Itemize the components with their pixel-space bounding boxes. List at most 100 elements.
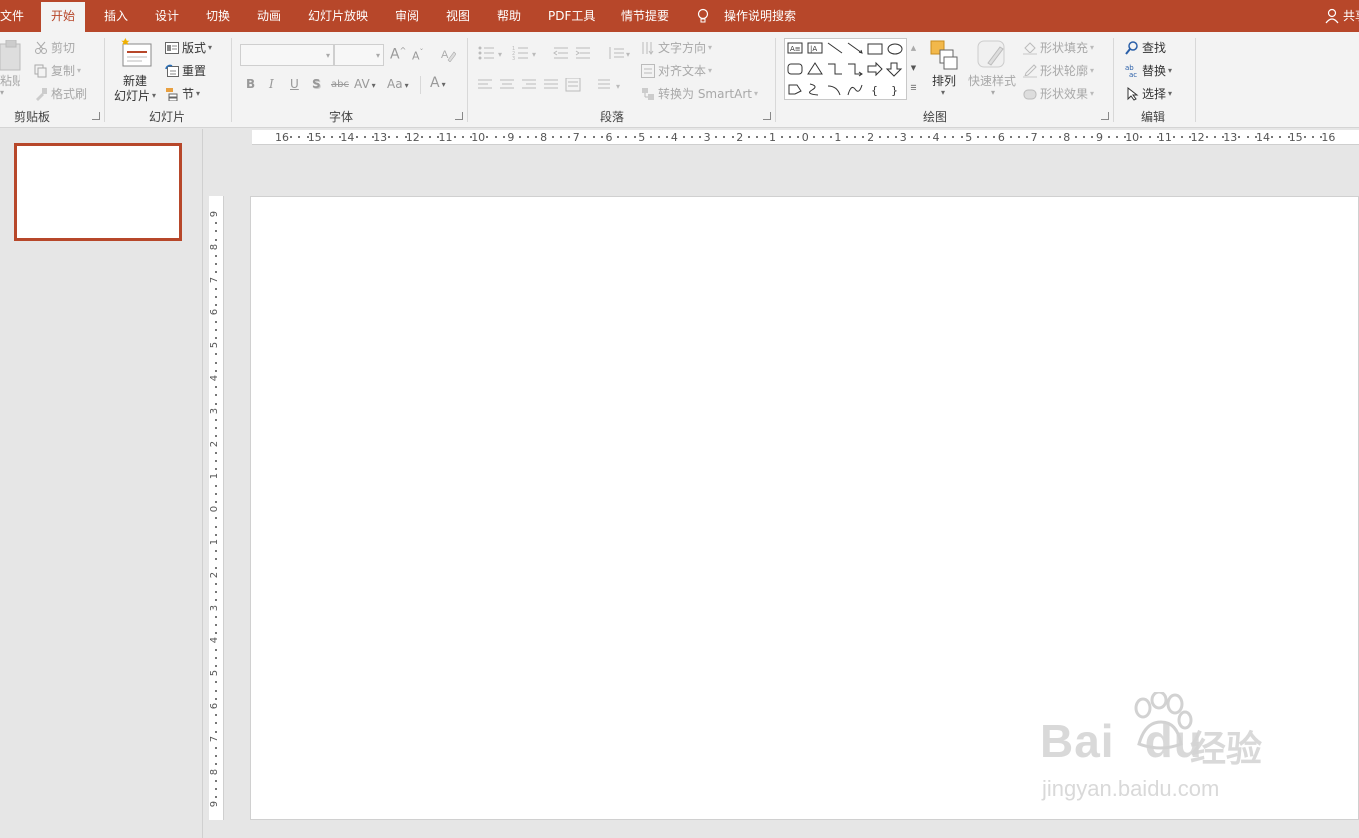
reset-button[interactable]: 重置	[165, 62, 206, 79]
ruler-label: 8	[209, 243, 221, 250]
scroll-up-icon[interactable]: ▲	[907, 38, 920, 58]
shrink-font-button[interactable]: Aˇ	[412, 48, 424, 63]
ruler-tick	[363, 136, 366, 138]
font-dialog-launcher[interactable]	[455, 112, 463, 120]
find-label: 查找	[1142, 41, 1167, 55]
drawing-group-label: 绘图	[923, 110, 948, 124]
underline-button[interactable]: U	[290, 77, 299, 91]
share-button[interactable]: 共享	[1343, 0, 1359, 32]
paragraph-dialog-launcher[interactable]	[763, 112, 771, 120]
tab-insert[interactable]: 插入	[104, 0, 128, 32]
ruler-tick	[1025, 136, 1028, 138]
text-direction-icon	[641, 41, 655, 55]
shapes-gallery-icons: A≡ |A { }	[787, 42, 903, 97]
convert-smartart-button[interactable]: 转换为 SmartArt ▾	[641, 85, 758, 102]
quick-styles-icon	[977, 40, 1005, 68]
ruler-tick	[215, 501, 217, 503]
ruler-tick	[215, 689, 217, 692]
ruler-tick	[1246, 136, 1249, 138]
clipboard-dialog-launcher[interactable]	[92, 112, 100, 120]
font-name-combo[interactable]: ▾	[240, 44, 334, 66]
ruler-tick	[215, 427, 217, 430]
paintbrush-icon	[34, 87, 48, 101]
new-slide-dropdown[interactable]: 幻灯片 ▾	[114, 87, 156, 104]
alignment-icons[interactable]: ▾	[478, 78, 628, 92]
bold-button[interactable]: B	[246, 77, 255, 91]
tab-storyboard[interactable]: 情节提要	[621, 0, 669, 32]
ruler-tick	[215, 296, 217, 298]
tab-view[interactable]: 视图	[446, 0, 470, 32]
quick-styles-label: 快速样式	[968, 74, 1017, 88]
quick-styles-button[interactable]: 快速样式	[968, 72, 1016, 89]
format-painter-button[interactable]: 格式刷	[34, 85, 87, 102]
align-text-button[interactable]: 对齐文本 ▾	[641, 62, 712, 79]
shapes-gallery-scroll[interactable]: ▲ ▼ ☰	[906, 38, 920, 100]
ruler-tick	[215, 402, 217, 405]
shape-fill-button[interactable]: 形状填充 ▾	[1023, 39, 1094, 56]
slide-thumbnail[interactable]	[14, 143, 182, 241]
ruler-tick	[215, 369, 217, 372]
tab-transitions[interactable]: 切换	[206, 0, 230, 32]
replace-button[interactable]: ab ac 替换 ▾	[1125, 62, 1172, 79]
text-direction-button[interactable]: 文字方向 ▾	[641, 39, 712, 56]
arrange-button[interactable]: 排列	[932, 72, 956, 89]
list-and-indent-icons[interactable]: ▾ 123 ▾ ▾	[478, 46, 638, 60]
change-case-button[interactable]: Aa ▾	[387, 77, 409, 91]
select-button[interactable]: 选择 ▾	[1125, 85, 1172, 102]
font-group-label: 字体	[329, 110, 354, 124]
font-size-combo[interactable]: ▾	[334, 44, 384, 66]
ruler-tick	[1115, 136, 1118, 138]
paste-button[interactable]: 粘贴	[0, 72, 20, 89]
clear-formatting-icon[interactable]: A	[440, 46, 456, 62]
ruler-tick	[215, 492, 217, 495]
ruler-tick	[215, 255, 217, 257]
strikethrough-button[interactable]: abc	[331, 79, 349, 90]
svg-text:3: 3	[512, 56, 515, 60]
convert-smartart-label: 转换为 SmartArt	[658, 87, 752, 101]
ruler-label: 6	[997, 131, 1005, 144]
tab-slideshow[interactable]: 幻灯片放映	[308, 0, 368, 32]
tab-design[interactable]: 设计	[155, 0, 179, 32]
ruler-tick	[723, 136, 726, 138]
ruler-tick	[1213, 136, 1216, 138]
arrange-caret[interactable]: ▾	[941, 88, 945, 97]
shapes-gallery[interactable]: A≡ |A { }	[784, 38, 920, 100]
ruler-tick	[600, 136, 603, 138]
quick-styles-caret[interactable]: ▾	[991, 88, 995, 97]
drawing-dialog-launcher[interactable]	[1101, 112, 1109, 120]
section-button[interactable]: 节 ▾	[165, 85, 200, 102]
gallery-more-icon[interactable]: ☰	[907, 78, 920, 98]
italic-button[interactable]: I	[269, 77, 274, 91]
font-color-button[interactable]: A ▾	[430, 75, 446, 91]
shape-effects-button[interactable]: 形状效果 ▾	[1023, 85, 1094, 102]
grow-font-button[interactable]: A^	[390, 46, 406, 63]
copy-button[interactable]: 复制 ▾	[34, 62, 81, 79]
tab-home[interactable]: 开始	[41, 2, 86, 32]
tell-me-search[interactable]: 操作说明搜索	[724, 0, 796, 32]
vertical-ruler[interactable]: 9 8 7 6 5 4 3 2 1 0 1 2 3 4 5 6 7 8 9	[209, 196, 224, 820]
cut-button[interactable]: 剪切	[34, 39, 75, 56]
tab-animations[interactable]: 动画	[257, 0, 281, 32]
layout-button[interactable]: 版式 ▾	[165, 39, 212, 56]
ruler-label: 6	[605, 131, 613, 144]
cut-label: 剪切	[51, 41, 76, 55]
tab-pdf-tools[interactable]: PDF工具	[548, 0, 595, 32]
watermark-cn: 经验	[1190, 729, 1263, 770]
group-separator	[1195, 38, 1196, 122]
scroll-down-icon[interactable]: ▼	[907, 58, 920, 78]
shape-outline-button[interactable]: 形状轮廓 ▾	[1023, 62, 1094, 79]
horizontal-ruler[interactable]: 16 15 14 13 12 11 10 9 8 7 6 5 4 3 2 1 0 1 2 3 4 5 6 7 8 9 10 11 12 1…	[252, 130, 1359, 145]
tab-review[interactable]: 审阅	[395, 0, 419, 32]
paste-caret[interactable]: ▾	[0, 88, 4, 97]
tab-file[interactable]: 文件	[0, 0, 24, 32]
ruler-tick	[215, 386, 217, 389]
copy-icon	[34, 64, 48, 78]
find-button[interactable]: 查找	[1125, 39, 1166, 56]
char-spacing-button[interactable]: AV ▾	[354, 77, 376, 91]
ruler-tick	[625, 136, 628, 138]
tab-help[interactable]: 帮助	[497, 0, 521, 32]
text-shadow-button[interactable]: S	[312, 77, 321, 91]
svg-text:A: A	[441, 49, 449, 61]
ruler-tick	[797, 136, 800, 138]
ruler-tick	[592, 136, 595, 138]
